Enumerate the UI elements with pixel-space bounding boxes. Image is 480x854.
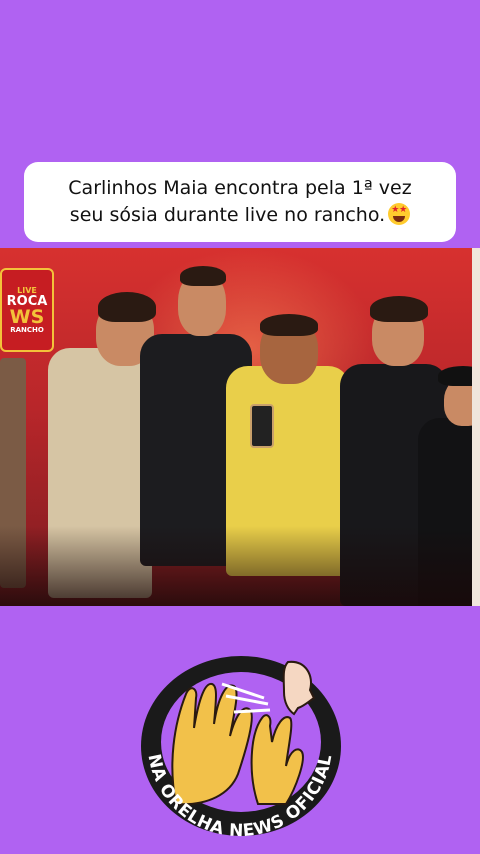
caption-line-2-text: seu sósia durante live no rancho. bbox=[69, 204, 386, 226]
caption-line-2: seu sósia durante live no rancho. bbox=[69, 202, 411, 229]
caption-line-1: Carlinhos Maia encontra pela 1ª vez bbox=[68, 177, 412, 199]
caption-card: Carlinhos Maia encontra pela 1ª vez seu … bbox=[24, 162, 456, 242]
live-roca-news-logo: LIVE ROCA WS RANCHO bbox=[0, 268, 54, 352]
logo-line-2: WS bbox=[9, 305, 45, 328]
na-orelha-news-logo: NA ORELHA NEWS OFICIAL bbox=[141, 656, 341, 840]
logo-bottom-label: RANCHO bbox=[10, 325, 44, 334]
star-struck-emoji-icon bbox=[388, 203, 411, 225]
video-frame[interactable] bbox=[0, 248, 480, 606]
